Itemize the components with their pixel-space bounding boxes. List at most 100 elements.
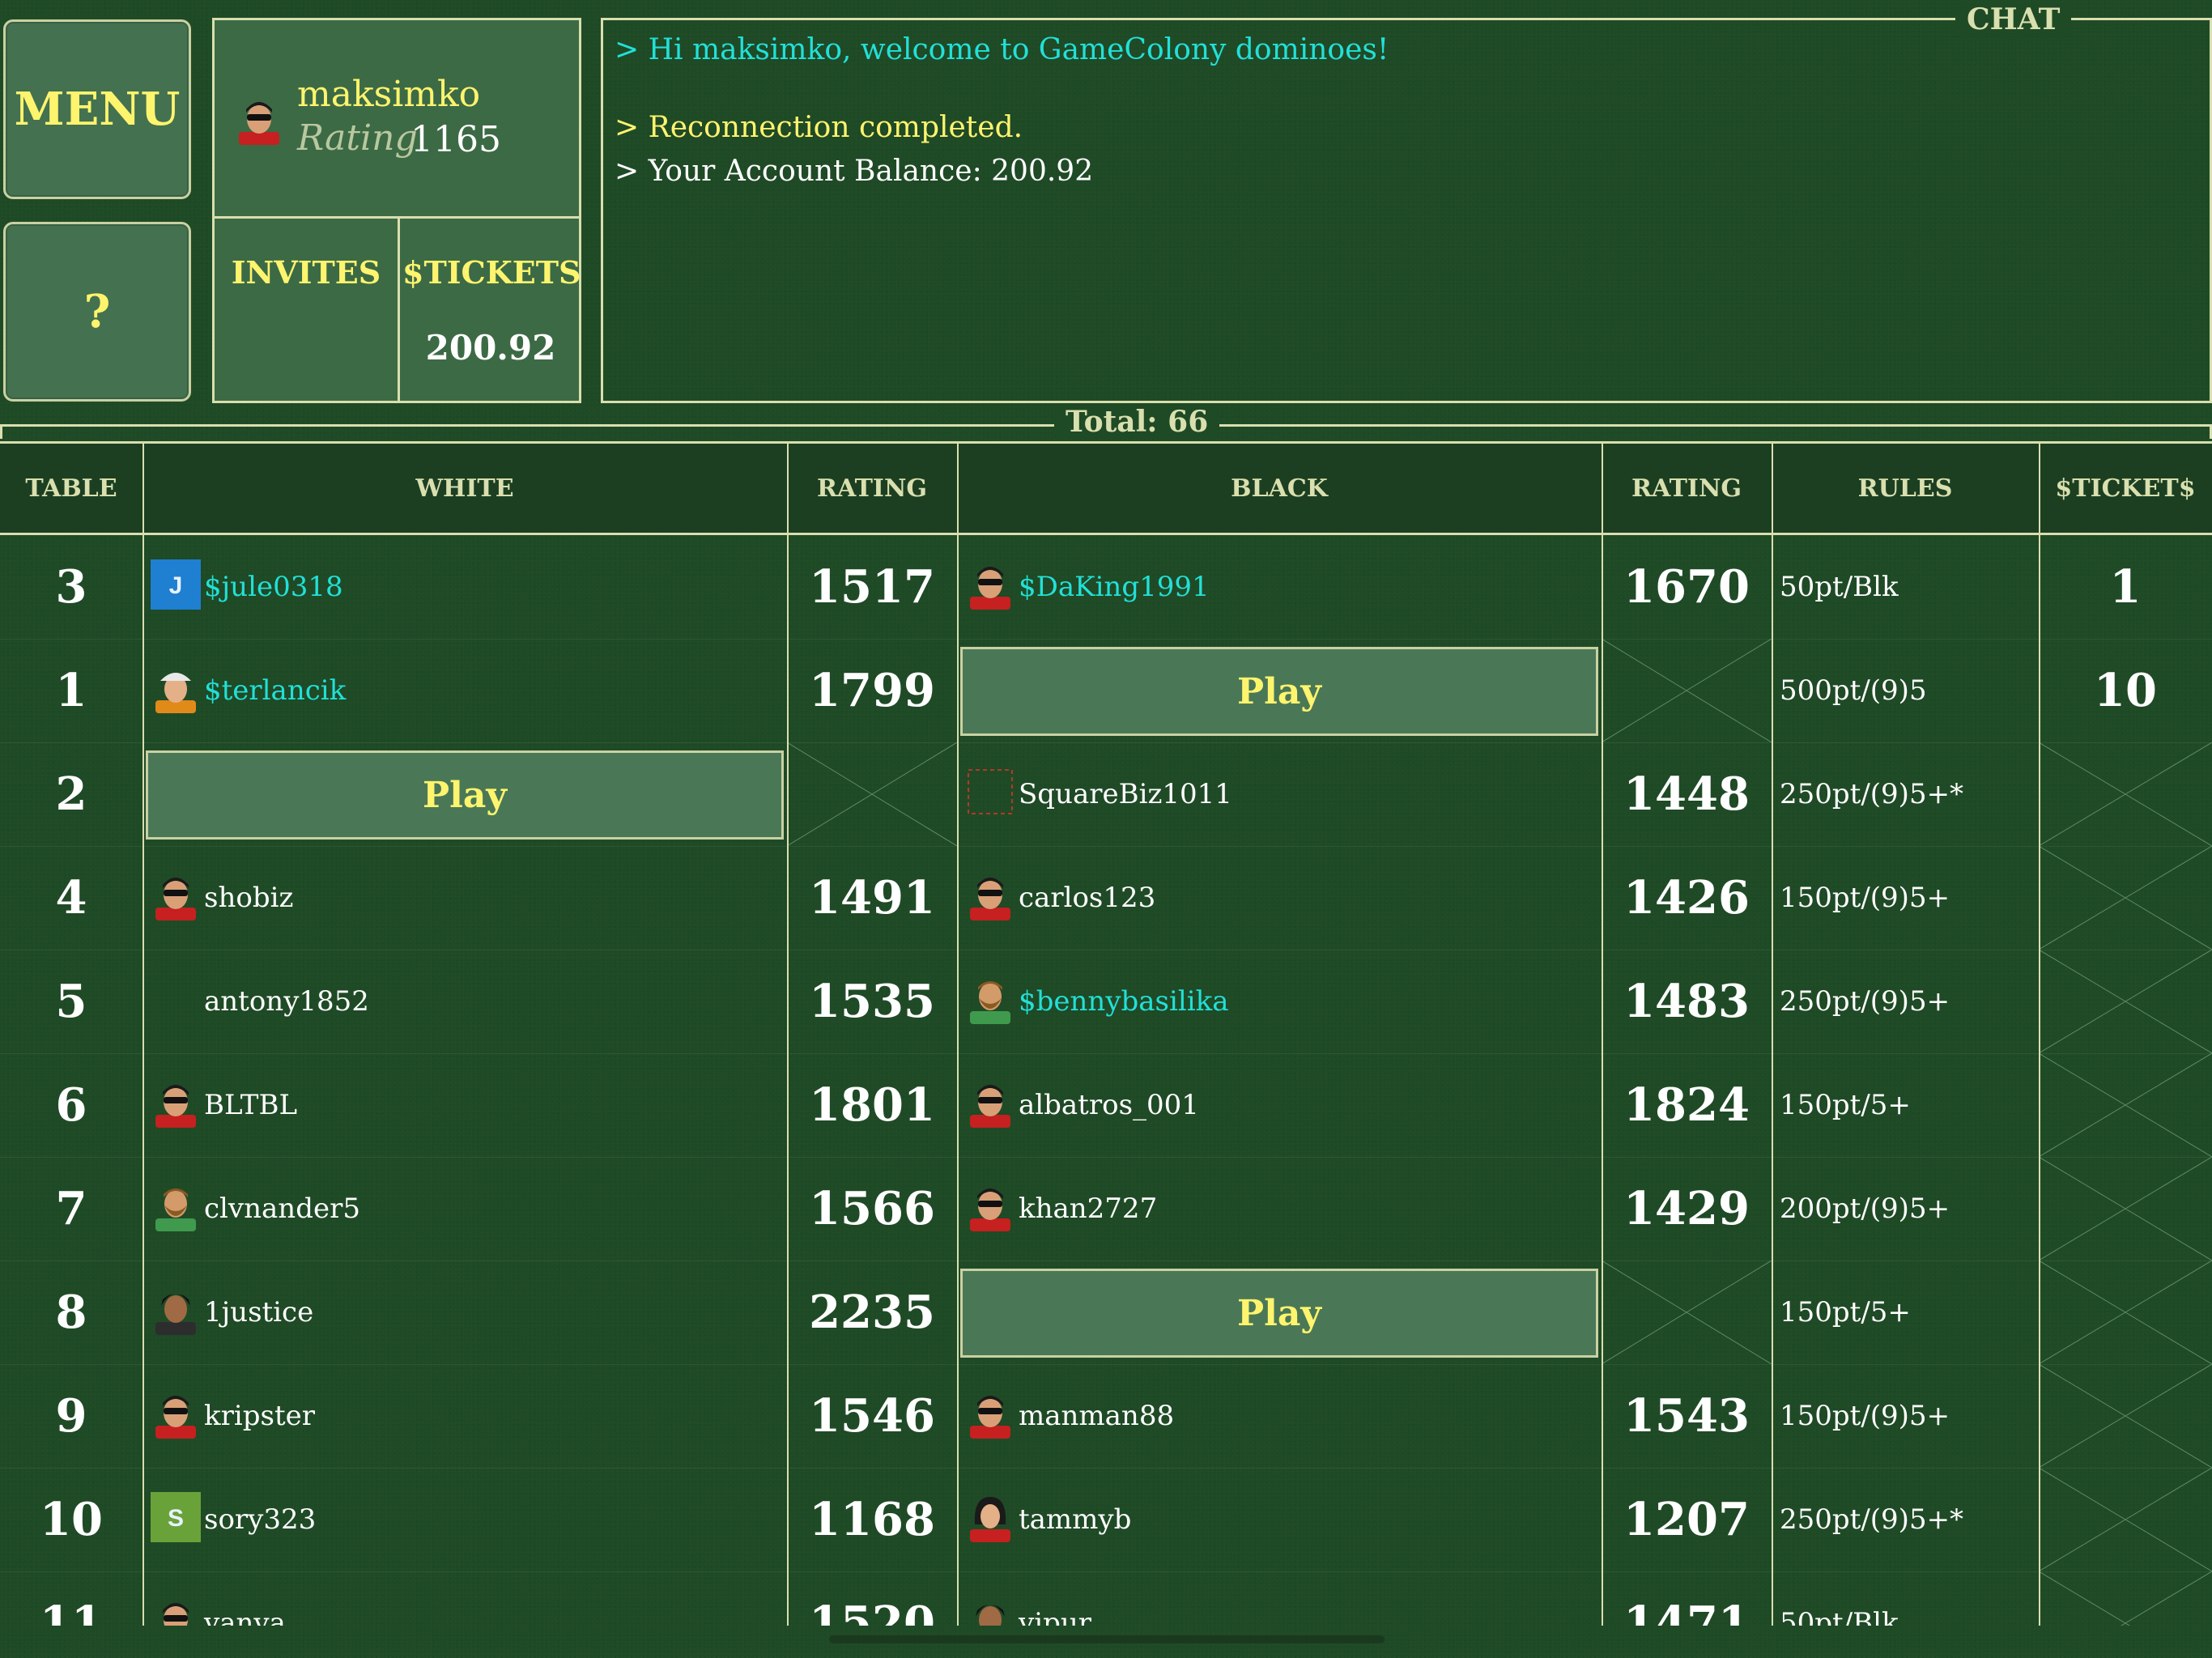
chat-message: > Your Account Balance: 200.92 xyxy=(615,155,1094,188)
empty-cell-cross xyxy=(2039,950,2212,1053)
empty-cell-cross xyxy=(2039,742,2212,846)
help-button[interactable]: ? xyxy=(3,222,191,402)
user-panel: maksimko Rating 1165 INVITES $TICKETS 20… xyxy=(212,18,581,403)
table-row[interactable]: 1 $terlancik 1799 Play 500pt/(9)5 10 xyxy=(0,639,2212,743)
sunglasses-avatar-icon xyxy=(970,878,1010,920)
table-row[interactable]: 3 J $jule0318 1517 $DaKing1991 1670 50pt/Blk 1 xyxy=(0,535,2212,640)
chat-title: CHAT xyxy=(1955,2,2072,36)
table-number: 8 xyxy=(55,1286,87,1339)
total-count: Total: 66 xyxy=(1054,405,1220,439)
empty-cell-cross xyxy=(2039,1468,2212,1571)
invites-label: INVITES xyxy=(231,254,381,291)
sunglasses-avatar-icon xyxy=(239,102,279,145)
sunglasses-avatar-icon xyxy=(155,1085,196,1128)
tickets-value: 1 xyxy=(2109,560,2142,614)
black-player-name: SquareBiz1011 xyxy=(1019,778,1232,810)
table-row[interactable]: 8 1justice 2235 Play 150pt/5+ xyxy=(0,1261,2212,1365)
table-row[interactable]: 11 vanya 1520 vipur 1471 50pt/Blk xyxy=(0,1571,2212,1626)
black-player[interactable]: manman88 xyxy=(957,1364,1602,1468)
table-number: 3 xyxy=(55,560,87,614)
white-player[interactable]: $terlancik xyxy=(143,639,787,742)
bearded-avatar-icon xyxy=(970,981,1010,1024)
divider-left-tick xyxy=(0,424,2,439)
empty-cell-cross xyxy=(2039,1157,2212,1261)
white-player[interactable]: BLTBL xyxy=(143,1053,787,1157)
table-row[interactable]: 2 Play SquareBiz1011 1448 250pt/(9)5+* xyxy=(0,742,2212,847)
black-player[interactable]: $DaKing1991 xyxy=(957,535,1602,639)
empty-cell-cross xyxy=(2039,1053,2212,1157)
black-player[interactable]: vipur xyxy=(957,1571,1602,1626)
rules-text: 250pt/(9)5+* xyxy=(1780,778,1964,810)
white-player-name: 1justice xyxy=(204,1296,314,1329)
white-rating: 1535 xyxy=(809,975,935,1028)
col-header-tickets[interactable]: $TICKET$ xyxy=(2039,444,2212,533)
svg-text:J: J xyxy=(169,572,183,599)
black-player[interactable]: carlos123 xyxy=(957,846,1602,950)
chat-panel: CHAT > Hi maksimko, welcome to GameColon… xyxy=(601,2,2212,403)
white-player-name: kripster xyxy=(204,1400,315,1432)
black-rating: 1426 xyxy=(1623,871,1750,925)
col-header-rules[interactable]: RULES xyxy=(1772,444,2039,533)
white-player[interactable]: J $jule0318 xyxy=(143,535,787,639)
letter-j-icon: J xyxy=(151,559,201,610)
dark-hair-avatar-icon xyxy=(155,1294,196,1335)
play-black-button[interactable]: Play xyxy=(960,647,1598,736)
white-rating: 1546 xyxy=(809,1389,935,1443)
black-player-name: vipur xyxy=(1019,1607,1091,1626)
white-player[interactable]: vanya xyxy=(143,1571,787,1626)
col-header-white-rating[interactable]: RATING xyxy=(787,444,957,533)
menu-button[interactable]: MENU xyxy=(3,19,191,199)
column-divider xyxy=(2039,444,2040,1626)
play-white-button[interactable]: Play xyxy=(146,750,784,840)
col-header-black[interactable]: BLACK xyxy=(957,444,1602,533)
white-player[interactable]: Ssory323 xyxy=(143,1468,787,1571)
sunglasses-avatar-icon xyxy=(970,1396,1010,1439)
white-rating: 2235 xyxy=(809,1286,935,1339)
col-header-table[interactable]: TABLE xyxy=(0,444,143,533)
white-player[interactable]: kripster xyxy=(143,1364,787,1468)
bearded-avatar-icon xyxy=(155,1188,196,1231)
black-rating: 1824 xyxy=(1623,1078,1750,1132)
table-number: 11 xyxy=(40,1596,103,1626)
cap-avatar-icon xyxy=(155,673,196,713)
white-player[interactable]: clvnander5 xyxy=(143,1157,787,1261)
black-player[interactable]: $bennybasilika xyxy=(957,950,1602,1053)
white-player[interactable]: shobiz xyxy=(143,846,787,950)
black-player[interactable]: albatros_001 xyxy=(957,1053,1602,1157)
table-row[interactable]: 7 clvnander5 1566 khan2727 1429 200pt/(9)5+ xyxy=(0,1157,2212,1261)
tickets-label[interactable]: $TICKETS xyxy=(402,254,581,291)
user-info[interactable]: maksimko Rating 1165 xyxy=(215,20,579,219)
col-header-white[interactable]: WHITE xyxy=(143,444,787,533)
table-number: 9 xyxy=(55,1389,87,1443)
white-player[interactable]: 1justice xyxy=(143,1261,787,1364)
black-player[interactable]: SquareBiz1011 xyxy=(957,742,1602,846)
invites-button[interactable]: INVITES xyxy=(215,219,400,401)
empty-cell-cross xyxy=(2039,1571,2212,1626)
scroll-indicator[interactable] xyxy=(829,1635,1385,1643)
sunglasses-avatar-icon xyxy=(155,878,196,920)
table-number: 4 xyxy=(55,871,87,925)
tables-list[interactable]: TABLE WHITE RATING BLACK RATING RULES $T… xyxy=(0,441,2212,1626)
black-rating: 1471 xyxy=(1623,1596,1750,1626)
table-row[interactable]: 6 BLTBL 1801 albatros_001 1824 150pt/5+ xyxy=(0,1053,2212,1158)
table-row[interactable]: 4 shobiz 1491 carlos123 1426 150pt/(9)5+ xyxy=(0,846,2212,950)
rules-text: 50pt/Blk xyxy=(1780,571,1899,603)
black-player-name: albatros_001 xyxy=(1019,1089,1199,1121)
table-row[interactable]: 9 kripster 1546 manman88 1543 150pt/(9)5+ xyxy=(0,1364,2212,1469)
column-divider xyxy=(1772,444,1773,1626)
white-player[interactable]: antony1852 xyxy=(143,950,787,1053)
column-divider xyxy=(957,444,959,1626)
table-row[interactable]: 5 antony1852 1535 $bennybasilika 1483 250pt/(… xyxy=(0,950,2212,1054)
tickets-value: 10 xyxy=(2094,664,2157,717)
white-player-name: BLTBL xyxy=(204,1089,298,1121)
black-player[interactable]: tammyb xyxy=(957,1468,1602,1571)
black-player-name: khan2727 xyxy=(1019,1192,1158,1225)
total-label: Total: xyxy=(1066,405,1158,439)
table-row[interactable]: 10 Ssory323 1168 tammyb 1207 250pt/(9)5+* xyxy=(0,1468,2212,1572)
white-rating: 1520 xyxy=(809,1596,935,1626)
column-divider xyxy=(787,444,789,1626)
black-player[interactable]: khan2727 xyxy=(957,1157,1602,1261)
col-header-black-rating[interactable]: RATING xyxy=(1602,444,1772,533)
play-black-button[interactable]: Play xyxy=(960,1269,1598,1358)
empty-avatar-icon xyxy=(968,769,1013,814)
